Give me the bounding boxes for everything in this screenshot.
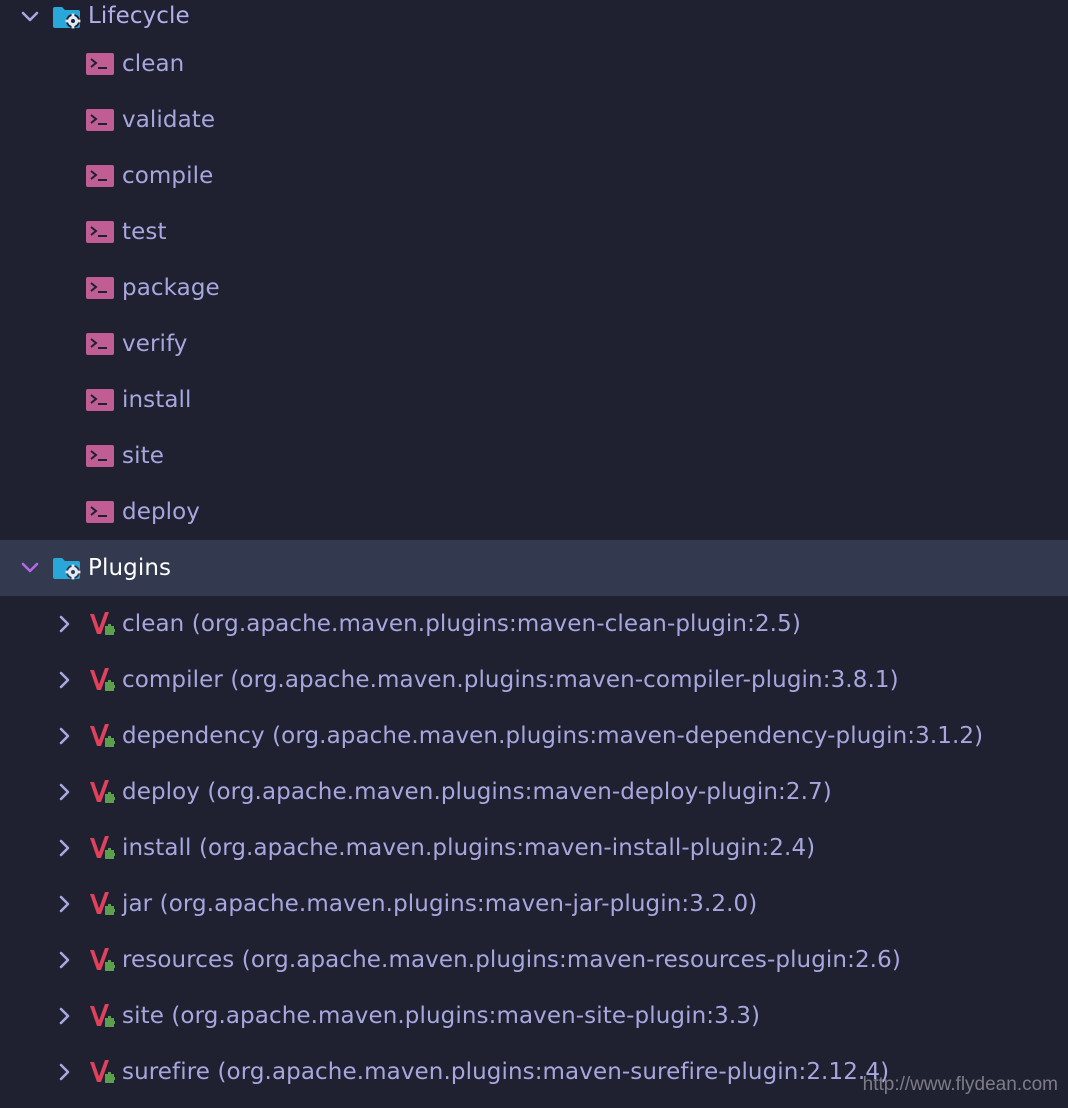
chevron-right-icon[interactable] (54, 949, 76, 971)
maven-plugin-icon (88, 1002, 116, 1030)
lifecycle-item[interactable]: package (0, 260, 1068, 316)
lifecycle-item-label: clean (122, 51, 185, 77)
plugin-item-label: compiler (org.apache.maven.plugins:maven… (122, 667, 899, 693)
lifecycle-item[interactable]: deploy (0, 484, 1068, 540)
plugin-item[interactable]: clean (org.apache.maven.plugins:maven-cl… (0, 596, 1068, 652)
folder-gear-icon (52, 555, 82, 581)
lifecycle-item-label: compile (122, 163, 214, 189)
lifecycle-item-label: install (122, 387, 192, 413)
chevron-right-icon[interactable] (54, 613, 76, 635)
plugin-item[interactable]: dependency (org.apache.maven.plugins:mav… (0, 708, 1068, 764)
lifecycle-item[interactable]: install (0, 372, 1068, 428)
lifecycle-item-label: site (122, 443, 164, 469)
maven-plugin-icon (88, 890, 116, 918)
plugin-item[interactable]: resources (org.apache.maven.plugins:mave… (0, 932, 1068, 988)
terminal-icon (86, 221, 114, 243)
plugins-children: clean (org.apache.maven.plugins:maven-cl… (0, 596, 1068, 1100)
chevron-right-icon[interactable] (54, 837, 76, 859)
plugin-item-label: surefire (org.apache.maven.plugins:maven… (122, 1059, 890, 1085)
lifecycle-item-label: test (122, 219, 167, 245)
maven-plugin-icon (88, 610, 116, 638)
terminal-icon (86, 109, 114, 131)
chevron-down-icon[interactable] (19, 557, 41, 579)
lifecycle-item-label: package (122, 275, 220, 301)
chevron-right-icon[interactable] (54, 1005, 76, 1027)
chevron-right-icon[interactable] (54, 893, 76, 915)
plugin-item-label: resources (org.apache.maven.plugins:mave… (122, 947, 901, 973)
maven-plugin-icon (88, 946, 116, 974)
plugin-item-label: site (org.apache.maven.plugins:maven-sit… (122, 1003, 761, 1029)
plugin-item[interactable]: install (org.apache.maven.plugins:maven-… (0, 820, 1068, 876)
terminal-icon (86, 333, 114, 355)
watermark: http://www.flydean.com (862, 1074, 1058, 1095)
plugin-item[interactable]: site (org.apache.maven.plugins:maven-sit… (0, 988, 1068, 1044)
maven-plugin-icon (88, 666, 116, 694)
lifecycle-item-label: deploy (122, 499, 201, 525)
tree-node-label: Plugins (88, 555, 172, 581)
plugin-item-label: dependency (org.apache.maven.plugins:mav… (122, 723, 984, 749)
plugin-item-label: install (org.apache.maven.plugins:maven-… (122, 835, 816, 861)
chevron-down-icon[interactable] (19, 6, 41, 28)
plugin-item-label: jar (org.apache.maven.plugins:maven-jar-… (122, 891, 758, 917)
lifecycle-item[interactable]: site (0, 428, 1068, 484)
terminal-icon (86, 165, 114, 187)
chevron-right-icon[interactable] (54, 1061, 76, 1083)
lifecycle-item[interactable]: verify (0, 316, 1068, 372)
tree-node-plugins[interactable]: Plugins (0, 540, 1068, 596)
terminal-icon (86, 277, 114, 299)
plugin-item[interactable]: compiler (org.apache.maven.plugins:maven… (0, 652, 1068, 708)
plugin-item-label: clean (org.apache.maven.plugins:maven-cl… (122, 611, 801, 637)
tree-node-label: Lifecycle (88, 3, 190, 29)
maven-plugin-icon (88, 722, 116, 750)
lifecycle-item[interactable]: compile (0, 148, 1068, 204)
lifecycle-item[interactable]: test (0, 204, 1068, 260)
lifecycle-item-label: validate (122, 107, 216, 133)
folder-gear-icon (52, 4, 82, 30)
plugin-item[interactable]: jar (org.apache.maven.plugins:maven-jar-… (0, 876, 1068, 932)
maven-plugin-icon (88, 1058, 116, 1086)
lifecycle-item-label: verify (122, 331, 188, 357)
terminal-icon (86, 501, 114, 523)
plugin-item[interactable]: deploy (org.apache.maven.plugins:maven-d… (0, 764, 1068, 820)
lifecycle-item[interactable]: clean (0, 36, 1068, 92)
terminal-icon (86, 53, 114, 75)
maven-plugin-icon (88, 834, 116, 862)
tree-node-lifecycle[interactable]: Lifecycle (0, 0, 1068, 36)
chevron-right-icon[interactable] (54, 781, 76, 803)
lifecycle-item[interactable]: validate (0, 92, 1068, 148)
maven-plugin-icon (88, 778, 116, 806)
plugin-item-label: deploy (org.apache.maven.plugins:maven-d… (122, 779, 832, 805)
chevron-right-icon[interactable] (54, 669, 76, 691)
lifecycle-children: clean validate compile test package veri… (0, 36, 1068, 540)
chevron-right-icon[interactable] (54, 725, 76, 747)
terminal-icon (86, 445, 114, 467)
terminal-icon (86, 389, 114, 411)
maven-tree: Lifecycle clean validate compile test pa… (0, 0, 1068, 1108)
